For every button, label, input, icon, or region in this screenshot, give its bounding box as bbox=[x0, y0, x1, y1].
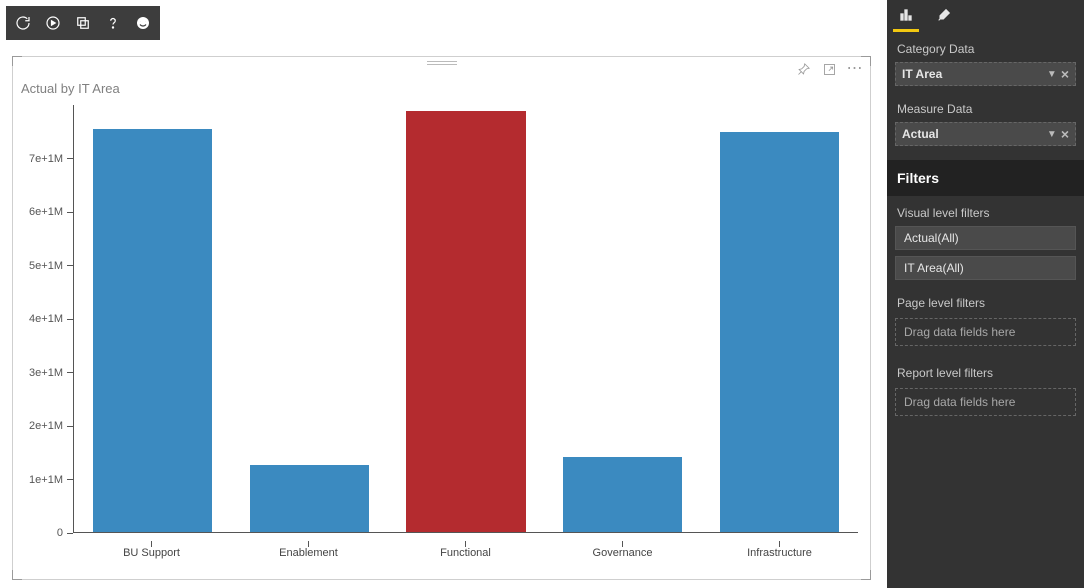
y-tick-label: 2e+1M bbox=[29, 420, 63, 432]
y-tick: 6e+1M bbox=[29, 206, 73, 218]
y-tick-label: 5e+1M bbox=[29, 260, 63, 272]
y-tick-label: 6e+1M bbox=[29, 206, 63, 218]
chevron-down-icon[interactable]: ▼ bbox=[1045, 69, 1059, 80]
remove-field-icon[interactable]: × bbox=[1059, 126, 1071, 142]
bar[interactable] bbox=[93, 129, 212, 532]
filter-chip[interactable]: IT Area(All) bbox=[895, 256, 1076, 280]
more-options-icon[interactable]: ⋯ bbox=[846, 60, 864, 78]
y-tick: 1e+1M bbox=[29, 474, 73, 486]
y-tick: 7e+1M bbox=[29, 153, 73, 165]
x-label: Governance bbox=[544, 533, 701, 569]
y-tick-label: 1e+1M bbox=[29, 474, 63, 486]
bar[interactable] bbox=[720, 132, 839, 532]
x-label: Enablement bbox=[230, 533, 387, 569]
fields-panel: Category Data IT Area ▼ × Measure Data A… bbox=[887, 0, 1084, 588]
x-axis: BU SupportEnablementFunctionalGovernance… bbox=[73, 533, 858, 569]
plot-area bbox=[73, 105, 858, 533]
chart-visual[interactable]: ⋯ Actual by IT Area 0 1e+1M 2e+1M 3e+1M 4e+1… bbox=[12, 56, 871, 580]
filter-chip[interactable]: Actual(All) bbox=[895, 226, 1076, 250]
focus-mode-icon[interactable] bbox=[820, 60, 838, 78]
bar[interactable] bbox=[406, 111, 525, 532]
tab-fields[interactable] bbox=[887, 0, 925, 30]
resize-handle-bl[interactable] bbox=[12, 570, 22, 580]
dev-toolbar bbox=[6, 6, 160, 40]
resize-handle-tl[interactable] bbox=[12, 56, 22, 66]
paintbrush-icon bbox=[936, 7, 952, 23]
bar-slot bbox=[544, 105, 701, 532]
y-tick: 4e+1M bbox=[29, 313, 73, 325]
page-level-filters-label: Page level filters bbox=[887, 286, 1084, 316]
drag-handle-icon[interactable] bbox=[427, 61, 457, 65]
chevron-down-icon[interactable]: ▼ bbox=[1045, 129, 1059, 140]
x-label: Infrastructure bbox=[701, 533, 858, 569]
bar-slot bbox=[74, 105, 231, 532]
visual-level-filters-label: Visual level filters bbox=[887, 196, 1084, 226]
category-section-label: Category Data bbox=[887, 32, 1084, 62]
y-tick-label: 0 bbox=[57, 527, 63, 539]
remove-field-icon[interactable]: × bbox=[1059, 66, 1071, 82]
resize-handle-br[interactable] bbox=[861, 570, 871, 580]
help-button[interactable] bbox=[98, 9, 128, 37]
page-level-drop-target[interactable]: Drag data fields here bbox=[895, 318, 1076, 346]
measure-field-name: Actual bbox=[902, 127, 939, 141]
y-tick-label: 3e+1M bbox=[29, 367, 63, 379]
y-tick: 5e+1M bbox=[29, 260, 73, 272]
bar[interactable] bbox=[563, 457, 682, 532]
y-tick: 0 bbox=[57, 527, 73, 539]
chart-title: Actual by IT Area bbox=[21, 81, 120, 96]
play-button[interactable] bbox=[38, 9, 68, 37]
y-tick-label: 7e+1M bbox=[29, 153, 63, 165]
pin-icon[interactable] bbox=[794, 60, 812, 78]
category-field-well[interactable]: IT Area ▼ × bbox=[895, 62, 1076, 86]
measure-section-label: Measure Data bbox=[887, 92, 1084, 122]
filters-header: Filters bbox=[887, 160, 1084, 196]
chart-area: 0 1e+1M 2e+1M 3e+1M 4e+1M 5e+1M 6e+1M 7e+1M BU … bbox=[21, 105, 858, 569]
category-field-name: IT Area bbox=[902, 67, 942, 81]
feedback-button[interactable] bbox=[128, 9, 158, 37]
y-tick: 2e+1M bbox=[29, 420, 73, 432]
y-axis: 01e+1M2e+1M3e+1M4e+1M5e+1M6e+1M7e+1M bbox=[21, 105, 73, 533]
y-tick: 3e+1M bbox=[29, 367, 73, 379]
x-label: BU Support bbox=[73, 533, 230, 569]
bar-slot bbox=[388, 105, 545, 532]
x-label: Functional bbox=[387, 533, 544, 569]
report-level-filters-label: Report level filters bbox=[887, 356, 1084, 386]
bar-slot bbox=[231, 105, 388, 532]
refresh-button[interactable] bbox=[8, 9, 38, 37]
tab-format[interactable] bbox=[925, 0, 963, 30]
bar[interactable] bbox=[250, 465, 369, 532]
y-tick-label: 4e+1M bbox=[29, 313, 63, 325]
copy-button[interactable] bbox=[68, 9, 98, 37]
report-level-drop-target[interactable]: Drag data fields here bbox=[895, 388, 1076, 416]
bar-slot bbox=[701, 105, 858, 532]
bar-chart-icon bbox=[898, 7, 914, 23]
measure-field-well[interactable]: Actual ▼ × bbox=[895, 122, 1076, 146]
